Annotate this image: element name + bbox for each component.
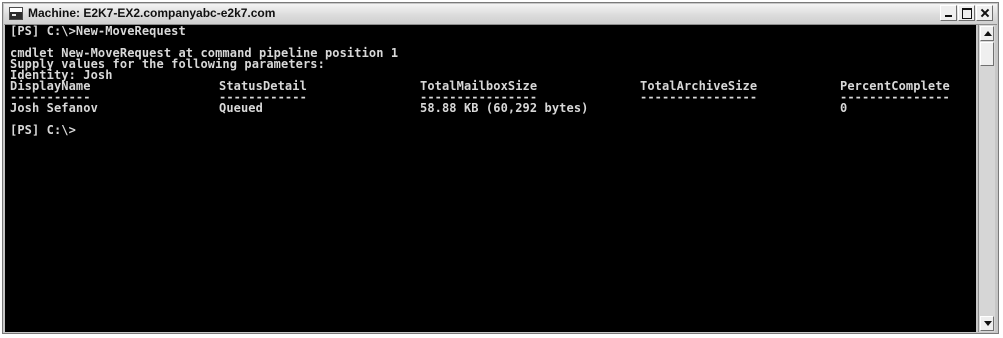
minimize-button[interactable]: [940, 5, 957, 21]
scroll-down-button[interactable]: [980, 316, 994, 331]
maximize-button[interactable]: [958, 5, 975, 21]
separator-totalarchivesize: ----------------: [640, 90, 758, 104]
cell-percentcomplete: 0: [840, 101, 848, 115]
cell-totalmailboxsize: 58.88 KB (60,292 bytes): [420, 101, 589, 115]
console-text: [PS] C:\>New-MoveRequest cmdlet New-Move…: [5, 25, 976, 136]
close-icon: [977, 6, 992, 20]
title-bar[interactable]: Machine: E2K7-EX2.companyabc-e2k7.com: [4, 4, 997, 25]
window-controls: [940, 5, 993, 21]
console-icon[interactable]: [9, 7, 23, 20]
separator-percentcomplete: ---------------: [840, 90, 950, 104]
final-prompt-line: [PS] C:\>: [10, 123, 76, 137]
console-output-area[interactable]: [PS] C:\>New-MoveRequest cmdlet New-Move…: [5, 25, 976, 332]
cell-statusdetail: Queued: [219, 101, 263, 115]
prompt-command-line: [PS] C:\>New-MoveRequest: [10, 25, 186, 38]
maximize-icon: [959, 6, 974, 20]
cell-displayname: Josh Sefanov: [10, 101, 98, 115]
supply-values-line: Supply values for the following paramete…: [10, 57, 325, 71]
move-request-table: DisplayName StatusDetail TotalMailboxSiz…: [10, 80, 976, 125]
chevron-up-icon: [984, 31, 992, 36]
scroll-thumb[interactable]: [980, 42, 994, 66]
vertical-scrollbar[interactable]: [978, 25, 995, 332]
powershell-window: Machine: E2K7-EX2.companyabc-e2k7.com [P…: [2, 2, 999, 334]
minimize-icon: [941, 6, 956, 20]
scroll-up-button[interactable]: [980, 26, 994, 41]
window-title: Machine: E2K7-EX2.companyabc-e2k7.com: [28, 6, 276, 20]
chevron-down-icon: [984, 321, 992, 326]
close-button[interactable]: [976, 5, 993, 21]
